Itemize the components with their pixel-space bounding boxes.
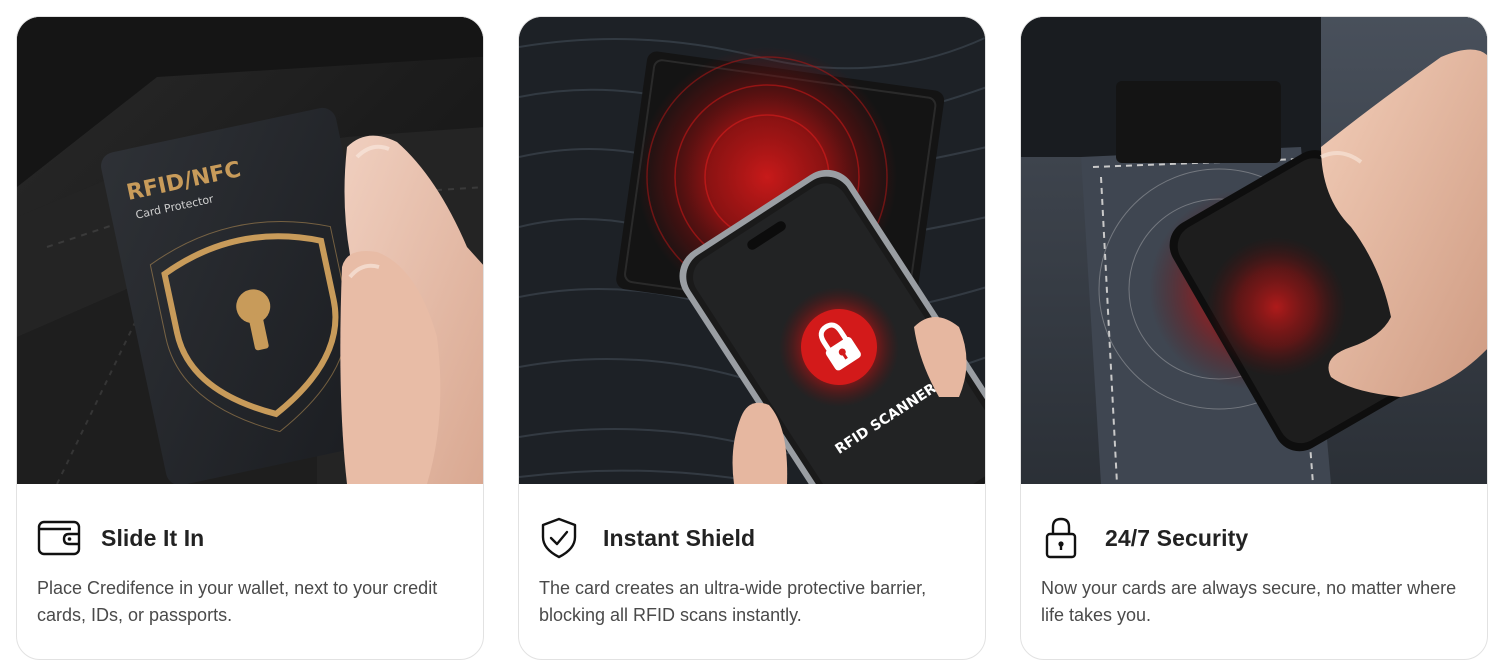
padlock-icon [1041,517,1085,559]
feature-description: The card creates an ultra-wide protectiv… [539,578,927,625]
feature-header: 24/7 Security [1041,517,1248,559]
photo-card-in-wallet: RFID/NFC Card Protector [17,17,483,484]
feature-card-24-7-security: 24/7 Security Now your cards are always … [1020,16,1488,660]
feature-header: Instant Shield [539,517,755,559]
feature-card-slide-it-in: RFID/NFC Card Protector Slide It In Plac… [16,16,484,660]
feature-title: Slide It In [101,524,205,551]
feature-title: Instant Shield [603,524,756,551]
feature-card-instant-shield: RFID SCANNER Instant Shield The card cre… [518,16,986,660]
feature-cards: RFID/NFC Card Protector Slide It In Plac… [0,0,1505,672]
feature-description: Place Credifence in your wallet, next to… [37,578,438,625]
photo-rfid-scanner: RFID SCANNER [519,17,985,484]
feature-title: 24/7 Security [1105,524,1249,551]
wallet-icon [37,517,81,559]
feature-description: Now your cards are always secure, no mat… [1041,578,1457,625]
feature-header: Slide It In [37,517,204,559]
shield-check-icon [539,517,583,559]
photo-pocket-scan [1021,17,1487,484]
